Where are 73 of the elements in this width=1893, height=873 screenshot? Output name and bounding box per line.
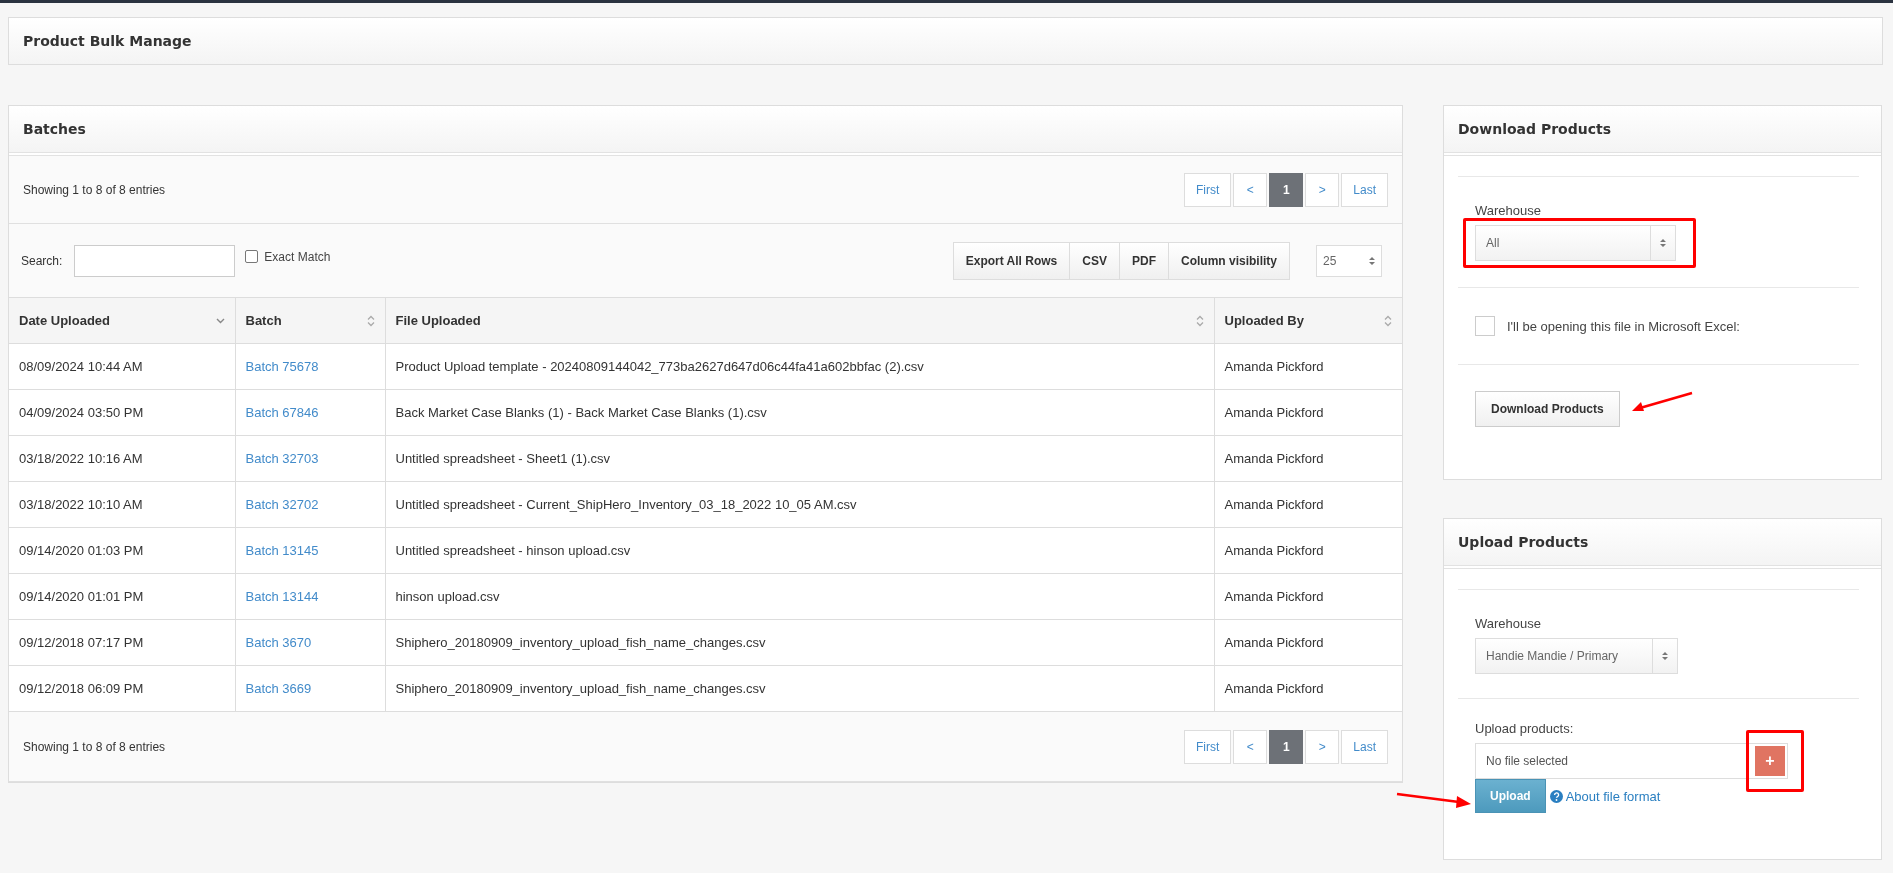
pagination-button[interactable]: < — [1233, 729, 1268, 764]
column-header[interactable]: Batch — [235, 298, 385, 344]
pagination-button[interactable]: 1 — [1269, 172, 1304, 207]
help-icon — [1549, 789, 1563, 803]
entries-info: Showing 1 to 8 of 8 entries — [23, 739, 166, 754]
table-cell: hinson upload.csv — [385, 573, 1214, 620]
table-cell: 08/09/2024 10:44 AM — [9, 343, 235, 390]
field-label: Warehouse — [1475, 616, 1542, 631]
checkbox-label: I'll be opening this file in Microsoft Excel: — [1507, 318, 1740, 334]
page-size-select[interactable]: 25 — [1316, 244, 1382, 277]
table-cell: 03/18/2022 10:10 AM — [9, 481, 235, 528]
panel-title: Upload Products — [1458, 534, 1589, 550]
table-cell: Shiphero_20180909_inventory_upload_fish_name_changes.csv — [385, 665, 1214, 712]
field-label: Warehouse — [1475, 203, 1542, 218]
search-field[interactable] — [74, 244, 236, 277]
table-cell: 03/18/2022 10:16 AM — [9, 435, 235, 482]
batch-link[interactable]: Batch 3669 — [245, 681, 312, 696]
pagination-button[interactable]: Last — [1341, 729, 1388, 764]
spinner-arrows-icon — [1660, 238, 1666, 248]
export-button[interactable]: Export All Rows — [952, 241, 1071, 280]
table-cell: Untitled spreadsheet - Sheet1 (1).csv — [385, 435, 1214, 482]
pagination-button[interactable]: > — [1305, 172, 1340, 207]
sort-descending-icon — [215, 317, 225, 324]
column-header[interactable]: Uploaded By — [1214, 298, 1402, 344]
table-cell: 09/14/2020 01:03 PM — [9, 527, 235, 574]
pagination-button[interactable]: < — [1233, 172, 1268, 207]
pagination-button[interactable]: First — [1184, 729, 1232, 764]
table-cell: Shiphero_20180909_inventory_upload_fish_name_changes.csv — [385, 619, 1214, 666]
table-cell: Product Upload template - 20240809144042_773ba2627d647d06c44fa41a602bbfac (2).csv — [385, 343, 1214, 390]
batch-link[interactable]: Batch 3670 — [245, 635, 312, 650]
upload-button[interactable]: Upload — [1475, 779, 1546, 813]
batch-link[interactable]: Batch 13145 — [245, 543, 319, 558]
page-title: Product Bulk Manage — [23, 33, 192, 49]
export-button[interactable]: PDF — [1119, 241, 1169, 280]
table-cell: 09/14/2020 01:01 PM — [9, 573, 235, 620]
sort-icon — [366, 314, 375, 327]
table-cell: Back Market Case Blanks (1) - Back Market Case Blanks (1).csv — [385, 389, 1214, 436]
download-button[interactable]: Download Products — [1475, 391, 1620, 427]
entries-info: Showing 1 to 8 of 8 entries — [23, 182, 166, 197]
export-button[interactable]: Column visibility — [1168, 241, 1290, 280]
sort-icon — [1195, 314, 1204, 327]
search-label: Search: — [21, 253, 63, 268]
table-cell: 09/12/2018 06:09 PM — [9, 665, 235, 712]
table-cell: Untitled spreadsheet - Current_ShipHero_Inventory_03_18_2022 10_05 AM.csv — [385, 481, 1214, 528]
help-link[interactable]: About file format — [1549, 788, 1661, 804]
pagination-button[interactable]: 1 — [1269, 729, 1304, 764]
batch-link[interactable]: Batch 75678 — [245, 359, 319, 374]
checkbox[interactable] — [1475, 316, 1495, 336]
warehouse-select[interactable]: All — [1475, 225, 1676, 261]
add-file-button[interactable]: + — [1755, 746, 1785, 776]
export-button[interactable]: CSV — [1069, 241, 1120, 280]
column-header[interactable]: File Uploaded — [385, 298, 1214, 344]
pagination-button[interactable]: First — [1184, 172, 1232, 207]
warehouse-select[interactable]: Handie Mandie / Primary — [1475, 638, 1678, 674]
panel-title: Batches — [23, 121, 86, 137]
table-cell: 04/09/2024 03:50 PM — [9, 389, 235, 436]
pagination-button[interactable]: Last — [1341, 172, 1388, 207]
spinner-arrows-icon — [1369, 255, 1375, 266]
pagination-button[interactable]: > — [1305, 729, 1340, 764]
field-label: Upload products: — [1475, 721, 1575, 736]
panel-title: Download Products — [1458, 121, 1611, 137]
checkbox[interactable] — [245, 250, 259, 263]
table-cell: 09/12/2018 07:17 PM — [9, 619, 235, 666]
file-field[interactable]: No file selected + — [1475, 743, 1788, 779]
table-cell: Untitled spreadsheet - hinson upload.csv — [385, 527, 1214, 574]
column-header[interactable]: Date Uploaded — [9, 298, 235, 344]
sort-icon — [1384, 314, 1392, 327]
checkbox-label: Exact Match — [264, 249, 331, 264]
spinner-arrows-icon — [1662, 651, 1668, 661]
batch-link[interactable]: Batch 32703 — [245, 451, 319, 466]
batch-link[interactable]: Batch 67846 — [245, 405, 319, 420]
batch-link[interactable]: Batch 13144 — [245, 589, 319, 604]
batch-link[interactable]: Batch 32702 — [245, 497, 319, 512]
